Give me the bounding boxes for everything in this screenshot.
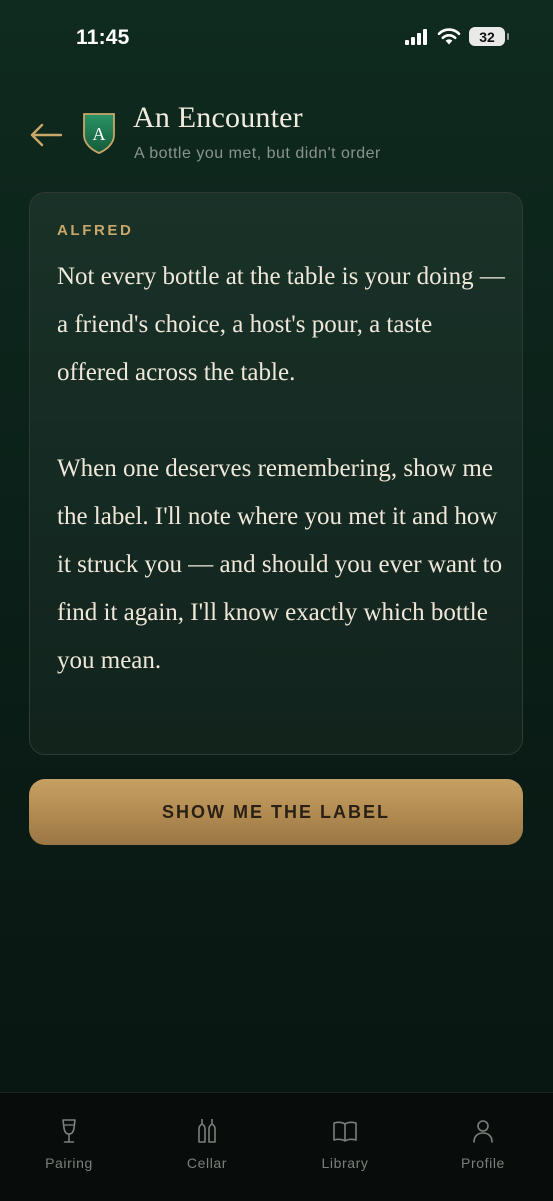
- wifi-icon: [437, 28, 461, 45]
- card-message: Not every bottle at the table is your do…: [57, 253, 507, 685]
- shield-icon: A: [83, 113, 115, 154]
- battery-indicator: 32: [469, 27, 509, 46]
- bottles-icon: [198, 1119, 216, 1143]
- wine-glass-icon: [62, 1119, 76, 1143]
- status-time: 11:45: [76, 26, 130, 49]
- card-paragraph: Not every bottle at the table is your do…: [57, 263, 505, 386]
- tab-library[interactable]: Library: [285, 1093, 405, 1201]
- page-title: An Encounter: [133, 101, 303, 134]
- card-author-label: ALFRED: [57, 222, 134, 239]
- show-label-button[interactable]: SHOW ME THE LABEL: [29, 779, 523, 845]
- page-subtitle: A bottle you met, but didn't order: [134, 145, 381, 162]
- arrow-left-icon: [30, 123, 63, 147]
- card-paragraph: When one deserves remembering, show me t…: [57, 455, 503, 674]
- tab-label: Profile: [461, 1155, 505, 1171]
- tab-label: Pairing: [45, 1155, 93, 1171]
- signal-icon: [405, 28, 427, 45]
- tab-bar: Pairing Cellar Library Profile: [0, 1092, 553, 1201]
- status-indicators: 32: [405, 27, 509, 46]
- person-icon: [473, 1120, 493, 1143]
- tab-profile[interactable]: Profile: [423, 1093, 543, 1201]
- book-icon: [333, 1121, 357, 1142]
- message-card: ALFRED Not every bottle at the table is …: [29, 192, 523, 755]
- badge-letter: A: [93, 124, 106, 144]
- shield-badge: A: [81, 111, 117, 155]
- tab-cellar[interactable]: Cellar: [147, 1093, 267, 1201]
- tab-label: Library: [321, 1155, 369, 1171]
- back-button[interactable]: [26, 118, 66, 152]
- status-bar: 11:45 32: [0, 0, 553, 76]
- tab-pairing[interactable]: Pairing: [9, 1093, 129, 1201]
- tab-label: Cellar: [186, 1155, 228, 1171]
